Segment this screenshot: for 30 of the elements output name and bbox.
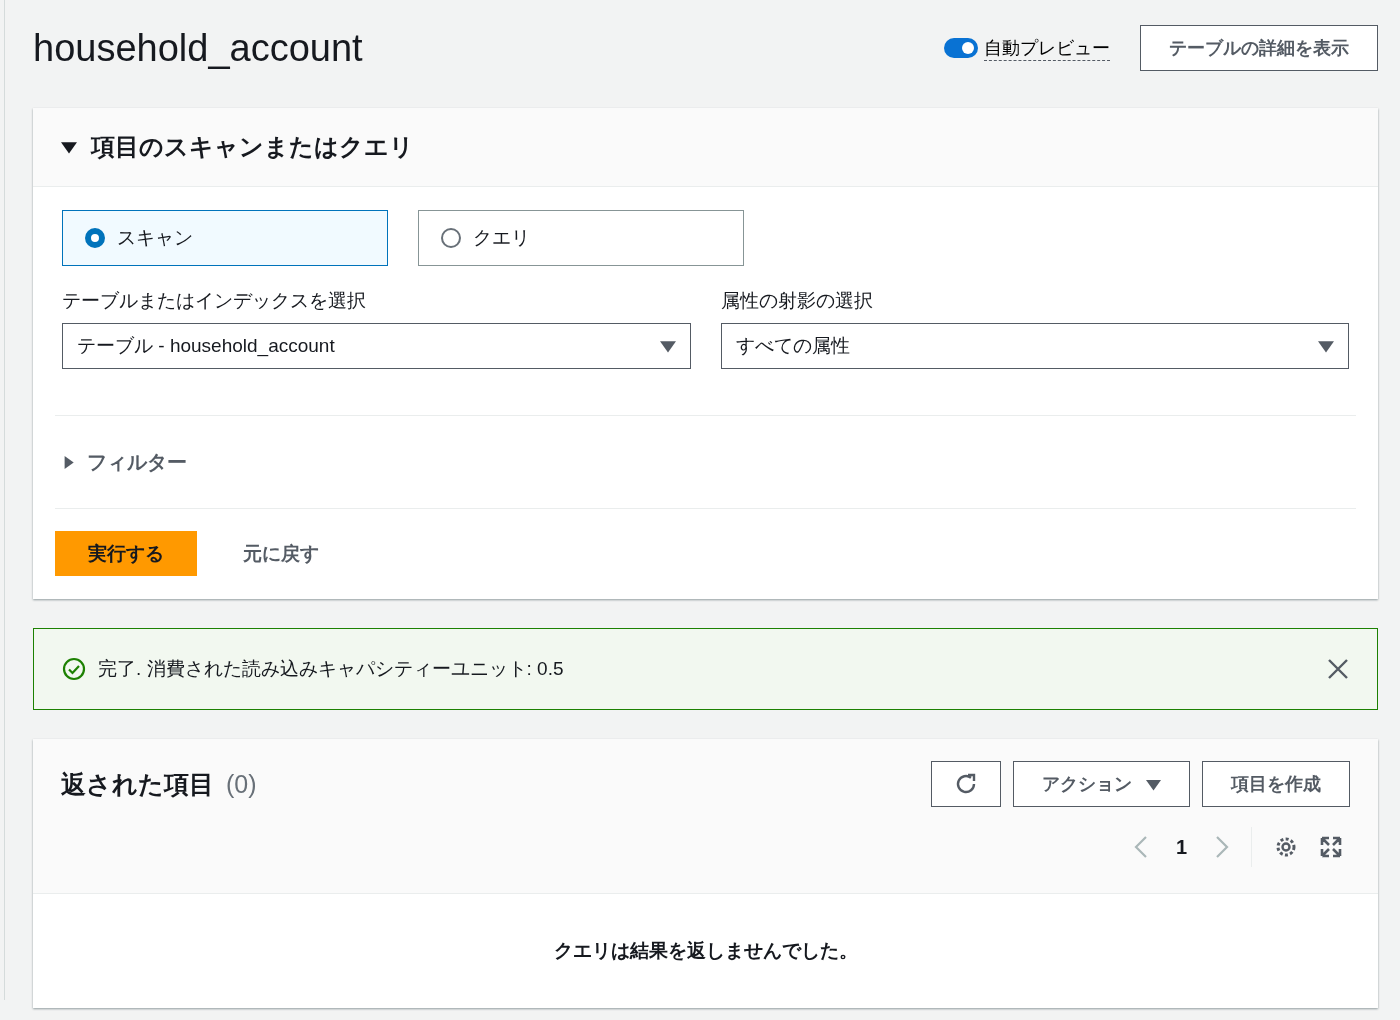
run-button[interactable]: 実行する (55, 531, 197, 576)
success-check-icon (62, 657, 86, 681)
auto-preview-toggle[interactable]: 自動プレビュー (944, 35, 1110, 61)
refresh-button[interactable] (931, 761, 1001, 807)
actions-dropdown[interactable]: アクション (1013, 761, 1190, 807)
create-item-button[interactable]: 項目を作成 (1202, 761, 1350, 807)
results-count: (0) (226, 769, 258, 799)
table-details-button[interactable]: テーブルの詳細を表示 (1140, 25, 1378, 71)
settings-icon[interactable] (1274, 835, 1298, 859)
mode-option[interactable]: クエリ (418, 210, 744, 266)
close-icon[interactable] (1327, 658, 1349, 680)
caret-icon (62, 455, 75, 469)
dropdown-select[interactable]: テーブル - household_account (62, 323, 691, 369)
field-label: テーブルまたはインデックスを選択 (62, 289, 367, 313)
refresh-icon (954, 772, 978, 796)
mode-option[interactable]: スキャン (62, 210, 388, 266)
page-number[interactable]: 1 (1169, 834, 1193, 860)
caret-icon (61, 139, 77, 155)
alert-message: 完了. 消費された読み込みキャパシティーユニット: 0.5 (98, 657, 565, 681)
filter-toggle[interactable]: フィルター (62, 448, 187, 476)
fullscreen-icon[interactable] (1320, 836, 1342, 858)
empty-message: クエリは結果を返しませんでした。 (553, 939, 858, 963)
results-title: 返された項目 (61, 768, 214, 800)
dropdown-select[interactable]: すべての属性 (720, 323, 1349, 369)
reset-button[interactable]: 元に戻す (243, 540, 319, 567)
field-label: 属性の射影の選択 (720, 289, 874, 313)
panel-header-toggle[interactable]: 項目のスキャンまたはクエリ (61, 131, 414, 163)
caret-icon (659, 338, 676, 354)
caret-icon (1318, 338, 1334, 354)
page-title: household_account (33, 26, 364, 70)
